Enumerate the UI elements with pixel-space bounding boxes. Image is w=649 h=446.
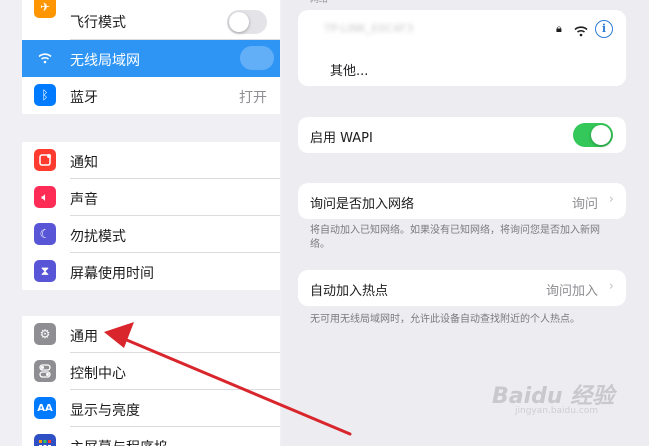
baidu-watermark-url: jingyan.baidu.com — [515, 406, 599, 416]
